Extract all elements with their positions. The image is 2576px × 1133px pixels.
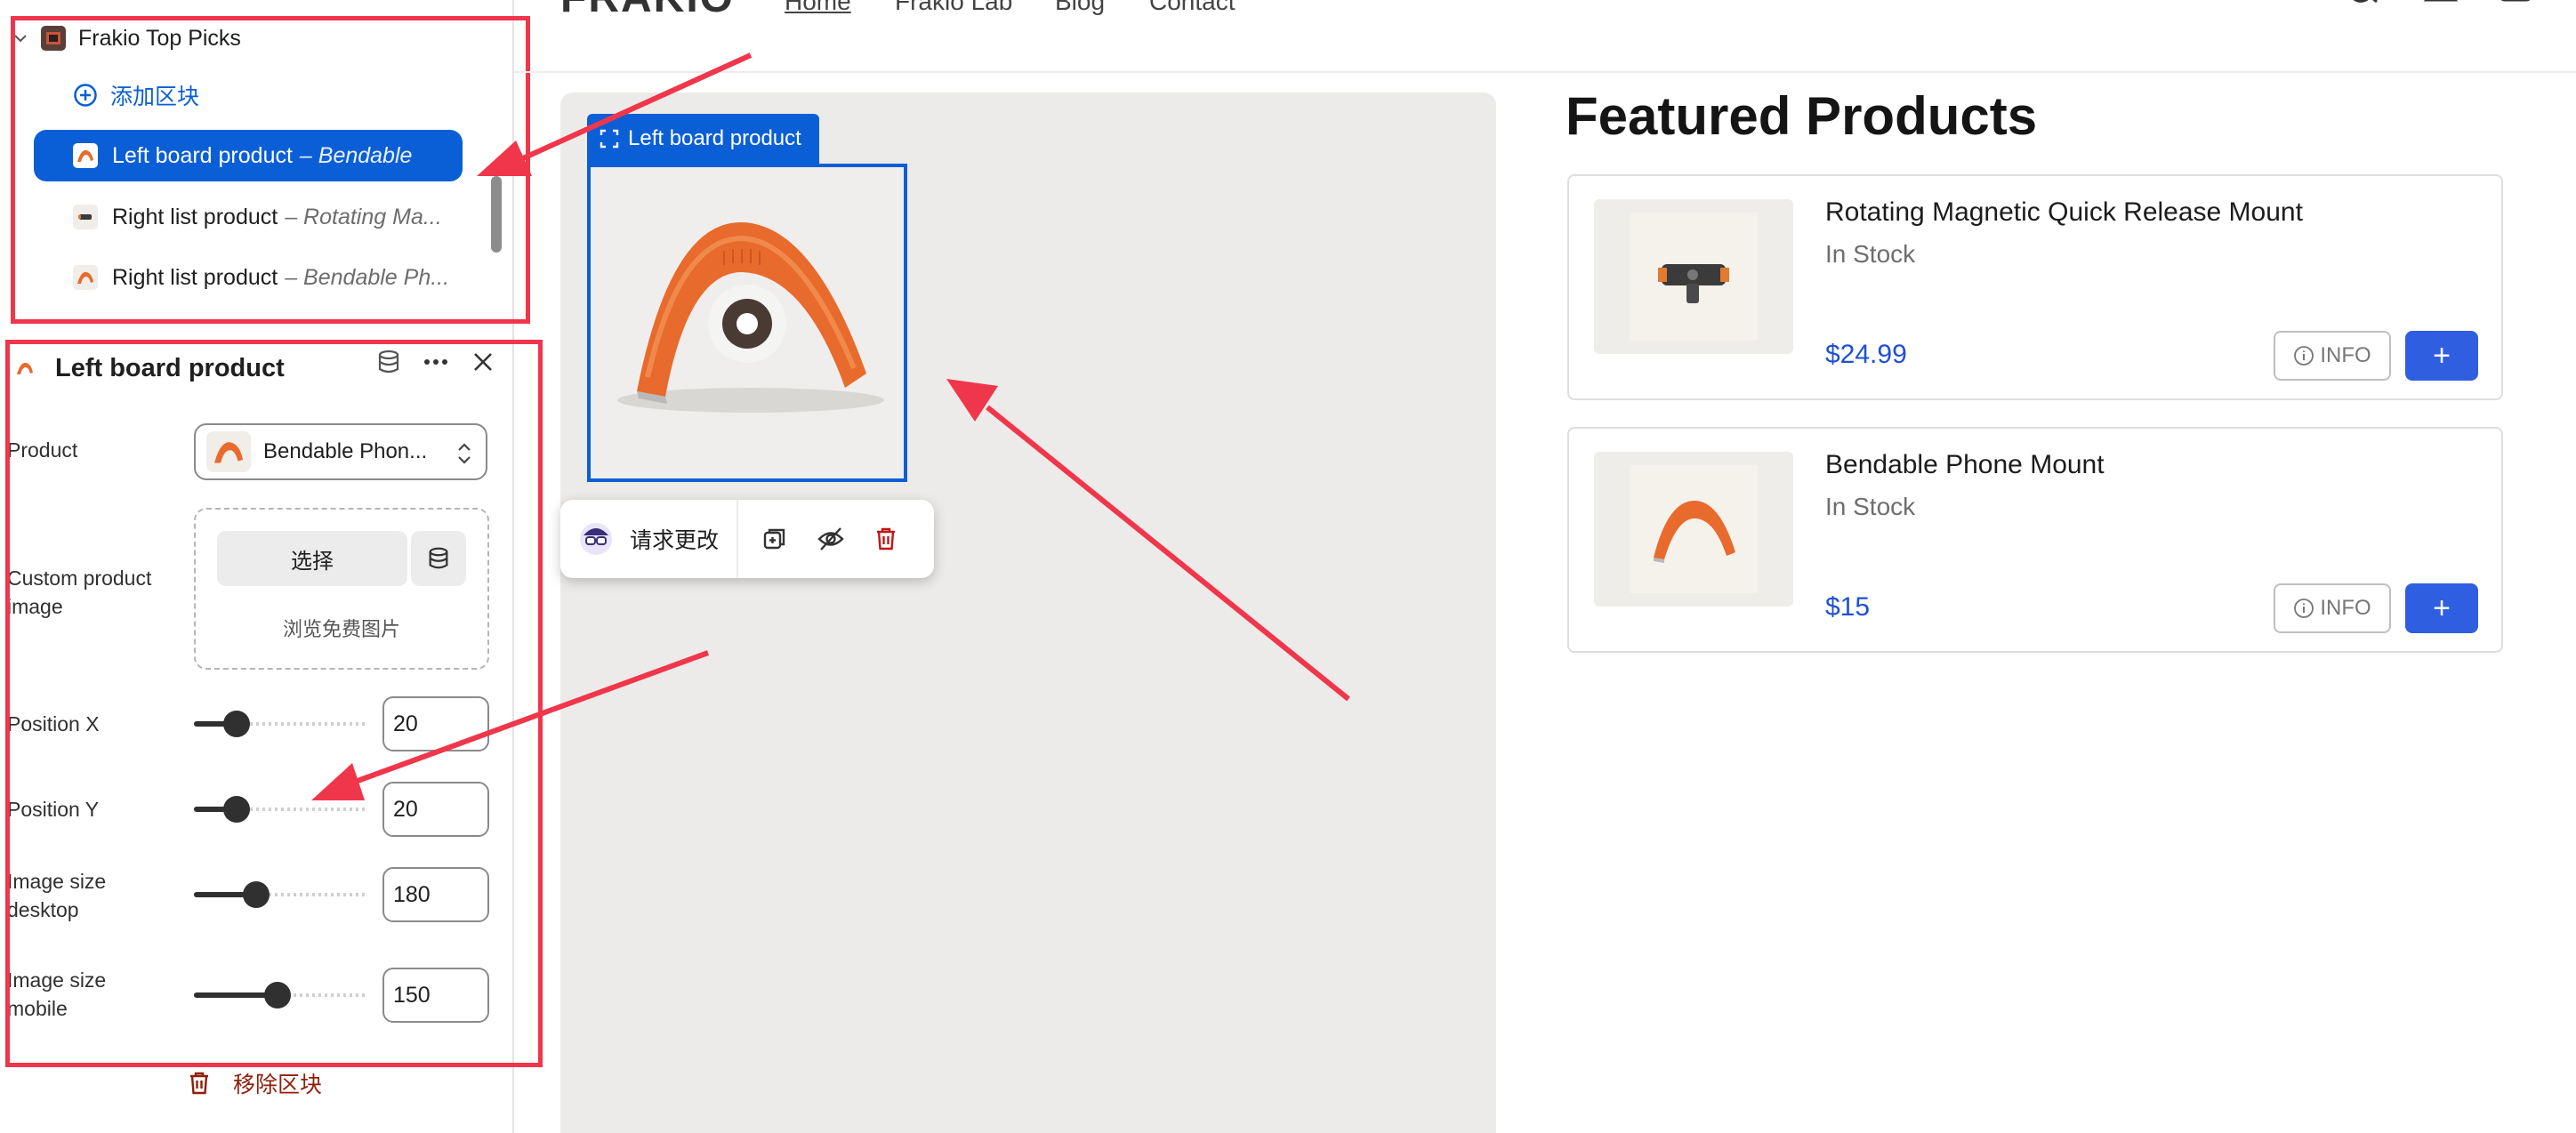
selected-block-tag-label: Left board product: [628, 126, 801, 150]
add-to-cart-button[interactable]: +: [2405, 583, 2478, 633]
remove-block-label: 移除区块: [233, 1073, 323, 1097]
product-select-value: Bendable Phon...: [263, 439, 428, 463]
product-name[interactable]: Bendable Phone Mount: [1825, 450, 2105, 480]
product-stock-status: In Stock: [1825, 240, 1916, 268]
section-item-frakio-top-picks[interactable]: Frakio Top Picks: [12, 23, 241, 53]
bendable-phone-mount-image: [617, 221, 884, 413]
search-icon[interactable]: [2345, 0, 2380, 14]
add-block-button[interactable]: 添加区块: [73, 80, 199, 110]
select-chevron-icon: [458, 443, 471, 464]
image-size-mobile-label: Image size mobile: [7, 968, 107, 1020]
close-icon[interactable]: [470, 349, 496, 375]
magnetic-mount-image: [1658, 264, 1729, 303]
product-thumbnail: [73, 143, 98, 168]
product-price: $24.99: [1825, 340, 1907, 369]
product-thumbnail: [73, 205, 98, 229]
select-frame-icon: [600, 129, 619, 149]
selected-block-tag[interactable]: Left board product: [587, 114, 819, 164]
left-board-product-block[interactable]: [587, 164, 907, 482]
image-size-desktop-input[interactable]: 180: [382, 867, 489, 922]
browse-free-images-link[interactable]: 浏览免费图片: [194, 614, 489, 642]
product-info-button[interactable]: INFO: [2274, 583, 2391, 633]
position-y-slider[interactable]: [194, 796, 368, 823]
nav-link-frakio-lab[interactable]: Frakio Lab: [895, 0, 1012, 16]
block-item-left-board-product[interactable]: Left board product – Bendable: [34, 130, 463, 181]
choose-image-button[interactable]: 选择: [217, 531, 407, 586]
duplicate-icon[interactable]: [761, 526, 788, 552]
product-thumbnail: [12, 356, 37, 381]
chevron-down-icon[interactable]: [12, 30, 28, 46]
request-change-label: 请求更改: [630, 528, 720, 553]
block-item-title: Left board product: [112, 142, 293, 168]
image-source-button[interactable]: [411, 531, 466, 586]
block-item-subtitle: – Bendable: [299, 142, 413, 168]
product-thumbnail: [206, 431, 251, 472]
plus-circle-icon: [74, 84, 97, 107]
info-icon: [2294, 599, 2314, 618]
product-image: [1594, 452, 1793, 607]
image-size-mobile-slider[interactable]: [194, 982, 368, 1008]
slider-knob[interactable]: [243, 881, 270, 908]
block-item-title: Right list product: [112, 264, 278, 290]
position-x-label: Position X: [7, 712, 100, 735]
position-y-label: Position Y: [7, 798, 100, 821]
more-options-icon[interactable]: [422, 349, 450, 375]
block-item-right-list-product-2[interactable]: Right list product – Bendable Ph...: [73, 261, 464, 293]
custom-image-label: Custom product image: [7, 566, 152, 618]
featured-products-heading: Featured Products: [1566, 86, 2038, 146]
block-item-subtitle: – Bendable Ph...: [285, 264, 450, 290]
product-stock-status: In Stock: [1825, 493, 1916, 520]
info-icon: [2294, 346, 2314, 366]
product-image: [1594, 199, 1793, 354]
block-settings-header: Left board product: [7, 343, 505, 393]
delete-icon[interactable]: [873, 526, 898, 552]
nav-link-home[interactable]: Home: [785, 0, 851, 16]
add-to-cart-button[interactable]: +: [2405, 331, 2478, 381]
product-label: Product: [7, 438, 78, 462]
slider-knob[interactable]: [223, 796, 250, 823]
nav-link-blog[interactable]: Blog: [1055, 0, 1105, 16]
product-info-button[interactable]: INFO: [2274, 331, 2391, 381]
block-item-title: Right list product: [112, 204, 278, 229]
block-item-right-list-product-1[interactable]: Right list product – Rotating Ma...: [73, 201, 464, 233]
slider-knob[interactable]: [223, 711, 250, 737]
product-thumbnail: [73, 265, 98, 290]
image-size-desktop-label: Image size desktop: [7, 870, 107, 921]
database-icon: [429, 547, 448, 569]
panel-title: Left board product: [55, 353, 285, 382]
store-logo[interactable]: FRAKIO: [560, 0, 735, 22]
slider-knob[interactable]: [264, 982, 291, 1008]
position-x-input[interactable]: 20: [382, 696, 489, 751]
tree-scrollbar[interactable]: [491, 176, 502, 253]
product-card[interactable]: Bendable Phone Mount In Stock $15 INFO +: [1567, 427, 2503, 653]
product-name[interactable]: Rotating Magnetic Quick Release Mount: [1825, 197, 2303, 228]
remove-block-button[interactable]: 移除区块: [187, 1067, 322, 1099]
product-card[interactable]: Rotating Magnetic Quick Release Mount In…: [1567, 174, 2503, 400]
bendable-phone-mount-image: [1654, 501, 1735, 563]
position-y-input[interactable]: 20: [382, 782, 489, 837]
hide-icon[interactable]: [817, 526, 845, 552]
block-item-subtitle: – Rotating Ma...: [285, 204, 442, 229]
nav-link-contact[interactable]: Contact: [1149, 0, 1236, 16]
product-price: $15: [1825, 592, 1871, 622]
section-icon: [41, 26, 66, 51]
database-icon[interactable]: [375, 349, 402, 375]
cart-icon[interactable]: [2498, 0, 2533, 14]
request-change-button[interactable]: 请求更改: [560, 500, 739, 578]
block-toolbar: 请求更改: [560, 500, 934, 578]
add-block-label: 添加区块: [110, 84, 200, 109]
assistant-avatar-icon: [580, 523, 612, 555]
header-divider: [514, 71, 2576, 73]
section-title: Frakio Top Picks: [78, 25, 241, 51]
image-size-desktop-slider[interactable]: [194, 881, 368, 908]
account-icon[interactable]: [2423, 0, 2459, 14]
editor-sidebar: Frakio Top Picks 添加区块 Left board product…: [0, 0, 514, 1133]
product-select[interactable]: Bendable Phon...: [194, 423, 487, 480]
trash-icon: [190, 1072, 208, 1095]
position-x-slider[interactable]: [194, 711, 368, 737]
image-size-mobile-input[interactable]: 150: [382, 968, 489, 1023]
